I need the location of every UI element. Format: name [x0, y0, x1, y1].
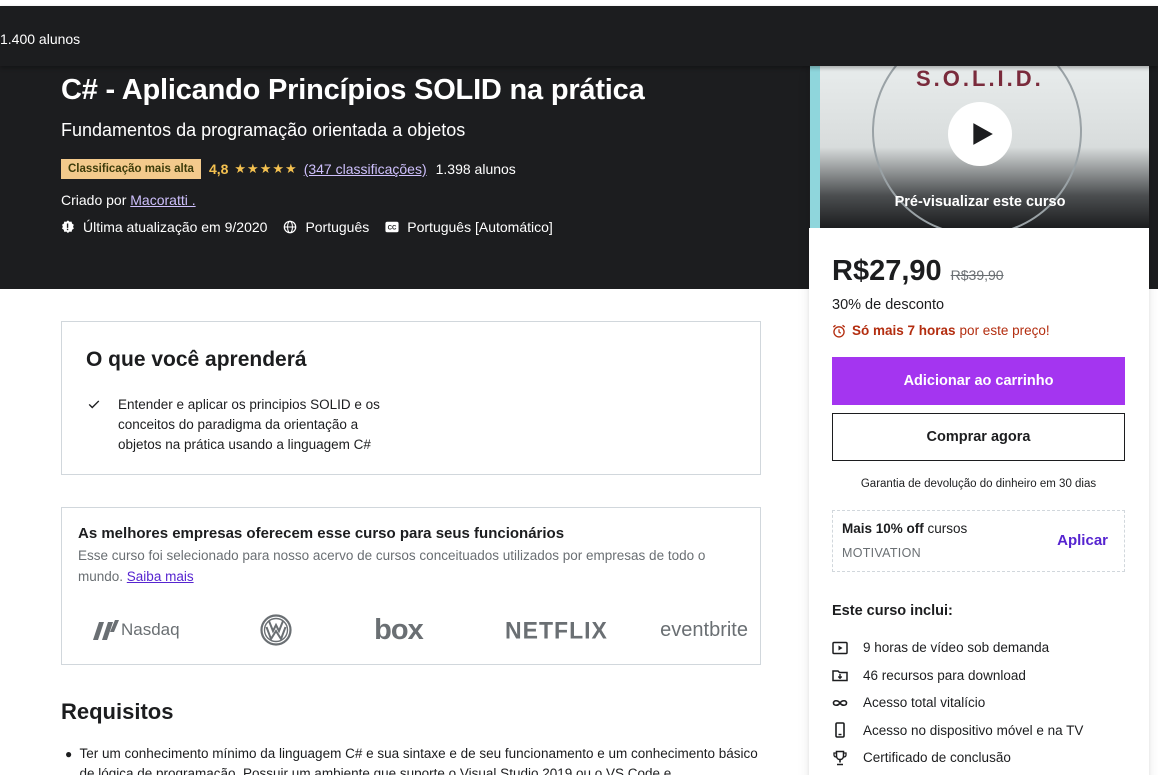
- last-updated-text: Última atualização em 9/2020: [83, 219, 268, 235]
- check-icon: [88, 400, 100, 409]
- timer-hours: Só mais 7 horas: [852, 323, 956, 338]
- discount-timer: Só mais 7 horas por este preço!: [832, 323, 1050, 338]
- nasdaq-logo: Nasdaq: [91, 618, 180, 642]
- requirements-title: Requisitos: [61, 699, 174, 724]
- coupon-offer: Mais 10% off cursos: [842, 521, 967, 536]
- sticky-header: 1.400 alunos: [0, 6, 1158, 66]
- coupon-box: Mais 10% off cursos MOTIVATION Aplicar: [832, 510, 1125, 572]
- nasdaq-mark-icon: [93, 620, 119, 640]
- bullet-icon: ●: [65, 747, 73, 761]
- companies-title: As melhores empresas oferecem esse curso…: [78, 525, 565, 542]
- infinity-icon: [832, 699, 848, 706]
- include-text: 9 horas de vídeo sob demanda: [863, 640, 1050, 656]
- companies-description: Esse curso foi selecionado para nosso ac…: [78, 546, 748, 587]
- box-logo: box: [374, 613, 424, 646]
- rating-row: Classificação mais alta 4,8 ★★★★★ (347 c…: [61, 159, 516, 179]
- ratings-count-link[interactable]: (347 classificações): [304, 161, 427, 177]
- top-companies: As melhores empresas oferecem esse curso…: [61, 507, 761, 665]
- course-meta: Última atualização em 9/2020 Português C…: [61, 219, 569, 235]
- preview-label: Pré-visualizar este curso: [894, 194, 1066, 210]
- learn-title: O que você aprenderá: [86, 348, 307, 371]
- course-subtitle: Fundamentos da programação orientada a o…: [61, 120, 466, 140]
- mobile-icon: [835, 722, 845, 739]
- download-icon: [832, 670, 848, 682]
- created-by: Criado por Macoratti .: [61, 192, 196, 208]
- created-by-label: Criado por: [61, 192, 127, 208]
- add-to-cart-button[interactable]: Adicionar ao carrinho: [832, 357, 1125, 405]
- includes-title: Este curso inclui:: [832, 603, 953, 619]
- list-item: Acesso total vitalício: [832, 689, 1083, 717]
- captions-text: Português [Automático]: [407, 219, 553, 235]
- coupon-code: MOTIVATION: [842, 546, 921, 560]
- learn-more-link[interactable]: Saiba mais: [127, 569, 194, 584]
- course-preview[interactable]: S.O.L.I.D. Pré-visualizar este curso: [809, 66, 1149, 228]
- play-button[interactable]: [948, 102, 1012, 166]
- bestseller-badge: Classificação mais alta: [61, 159, 201, 179]
- alarm-clock-icon: [832, 324, 846, 338]
- include-text: Certificado de conclusão: [863, 750, 1011, 766]
- video-icon: [832, 641, 848, 654]
- current-price: R$27,90: [832, 255, 942, 287]
- course-captions: CC Português [Automático]: [385, 219, 553, 235]
- course-language: Português: [283, 219, 369, 235]
- list-item: 46 recursos para download: [832, 662, 1083, 690]
- include-text: Acesso no dispositivo móvel e na TV: [863, 722, 1084, 738]
- coupon-offer-rest: cursos: [927, 521, 968, 536]
- list-item: 9 horas de vídeo sob demanda: [832, 634, 1083, 662]
- purchase-sidebar: S.O.L.I.D. Pré-visualizar este curso R$2…: [809, 66, 1149, 775]
- coupon-offer-bold: Mais 10% off: [842, 521, 924, 536]
- svg-text:CC: CC: [388, 225, 397, 232]
- what-you-will-learn: O que você aprenderá Entender e aplicar …: [61, 321, 761, 475]
- rating-stars-icon: ★★★★★: [234, 161, 298, 176]
- students-count: 1.398 alunos: [435, 161, 516, 177]
- netflix-logo: NETFLIX: [505, 615, 608, 644]
- include-text: Acesso total vitalício: [863, 695, 986, 711]
- company-logos: Nasdaq box NETFLIX eventbrite: [78, 612, 748, 648]
- preview-image-text: S.O.L.I.D.: [916, 66, 1044, 91]
- list-item: Certificado de conclusão: [832, 744, 1083, 772]
- list-item: ● Ter um conhecimento mínimo da linguage…: [61, 744, 761, 775]
- requirement-text: Ter um conhecimento mínimo da linguagem …: [79, 746, 758, 775]
- apply-coupon-button[interactable]: Aplicar: [1057, 532, 1108, 549]
- eventbrite-logo: eventbrite: [660, 618, 748, 641]
- author-link[interactable]: Macoratti .: [130, 192, 195, 208]
- volkswagen-logo: [260, 614, 292, 646]
- last-updated: Última atualização em 9/2020: [61, 219, 267, 235]
- discount-text: 30% de desconto: [832, 297, 945, 313]
- closed-captions-icon: CC: [385, 221, 399, 233]
- nasdaq-text: Nasdaq: [121, 620, 180, 639]
- timer-rest: por este preço!: [959, 323, 1050, 338]
- money-back-guarantee: Garantia de devolução do dinheiro em 30 …: [860, 478, 1097, 490]
- rating-value: 4,8: [208, 161, 229, 177]
- volkswagen-icon: [260, 614, 292, 646]
- price-row: R$27,90 R$39,90: [832, 255, 1004, 288]
- course-title: C# - Aplicando Princípios SOLID na práti…: [61, 74, 645, 106]
- play-icon: [973, 123, 993, 145]
- list-item: Entender e aplicar os principios SOLID e…: [86, 395, 398, 455]
- globe-icon: [284, 220, 297, 234]
- list-item: Acesso no dispositivo móvel e na TV: [832, 717, 1083, 745]
- alert-badge-icon: [62, 220, 74, 233]
- learn-item-text: Entender e aplicar os principios SOLID e…: [118, 397, 380, 452]
- trophy-icon: [833, 750, 847, 766]
- buy-now-button[interactable]: Comprar agora: [832, 413, 1125, 461]
- sticky-students-count: 1.400 alunos: [0, 31, 81, 47]
- language-text: Português: [305, 219, 370, 235]
- requirements-list: ● Ter um conhecimento mínimo da linguage…: [61, 744, 761, 775]
- original-price: R$39,90: [950, 267, 1004, 283]
- include-text: 46 recursos para download: [863, 667, 1026, 683]
- includes-list: 9 horas de vídeo sob demanda 46 recursos…: [832, 634, 1083, 772]
